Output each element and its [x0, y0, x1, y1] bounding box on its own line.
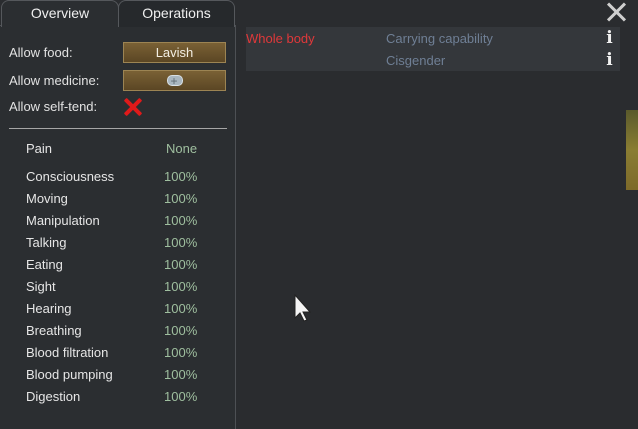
capacity-name: Moving	[26, 191, 68, 206]
capacity-value: 100%	[164, 191, 198, 206]
capacity-value: 100%	[164, 323, 198, 338]
capacity-name: Blood pumping	[26, 367, 113, 382]
allow-medicine-label: Allow medicine:	[9, 73, 100, 88]
allow-medicine-button[interactable]	[123, 70, 226, 91]
info-icon[interactable]: i	[605, 51, 614, 69]
capacity-value: None	[166, 141, 198, 156]
tab-overview[interactable]: Overview	[1, 0, 119, 27]
tab-operations[interactable]: Operations	[118, 0, 235, 27]
capacity-value: 100%	[164, 367, 198, 382]
capacity-name: Manipulation	[26, 213, 100, 228]
capacity-value: 100%	[164, 345, 198, 360]
mouse-cursor-icon	[294, 294, 312, 322]
close-icon[interactable]	[606, 1, 628, 23]
hediff-carrying-capability[interactable]: Carrying capability	[386, 31, 493, 46]
map-edge	[626, 110, 638, 190]
health-table: Whole body Carrying capability Cisgender…	[246, 27, 620, 71]
capacity-value: 100%	[164, 213, 198, 228]
capacity-value: 100%	[164, 169, 198, 184]
capacity-name: Hearing	[26, 301, 72, 316]
capacity-name: Talking	[26, 235, 67, 250]
capacity-value: 100%	[164, 389, 198, 404]
capacity-name: Digestion	[26, 389, 81, 404]
medicine-icon	[166, 72, 183, 91]
capacity-name: Breathing	[26, 323, 82, 338]
tab-bar: Overview Operations	[0, 0, 240, 27]
capacity-value: 100%	[164, 257, 198, 272]
capacity-name: Blood filtration	[26, 345, 109, 360]
capacity-value: 100%	[164, 279, 198, 294]
capacity-name: Consciousness	[26, 169, 115, 184]
body-part: Whole body	[246, 31, 315, 46]
capacity-value: 100%	[164, 301, 198, 316]
health-window: Allow food: Lavish Allow medicine: Allow…	[0, 0, 638, 429]
capacity-value: 100%	[164, 235, 198, 250]
self-tend-toggle-x-icon[interactable]	[123, 97, 143, 117]
hediff-cisgender[interactable]: Cisgender	[386, 53, 445, 68]
allow-food-label: Allow food:	[9, 45, 73, 60]
allow-food-button[interactable]: Lavish	[123, 42, 226, 63]
capacity-name: Sight	[26, 279, 56, 294]
overview-panel: Allow food: Lavish Allow medicine: Allow…	[0, 25, 236, 429]
divider	[9, 128, 227, 129]
capacity-name: Pain	[26, 141, 53, 156]
allow-self-tend-label: Allow self-tend:	[9, 99, 98, 114]
info-icon[interactable]: i	[605, 29, 614, 47]
capacity-name: Eating	[26, 257, 63, 272]
